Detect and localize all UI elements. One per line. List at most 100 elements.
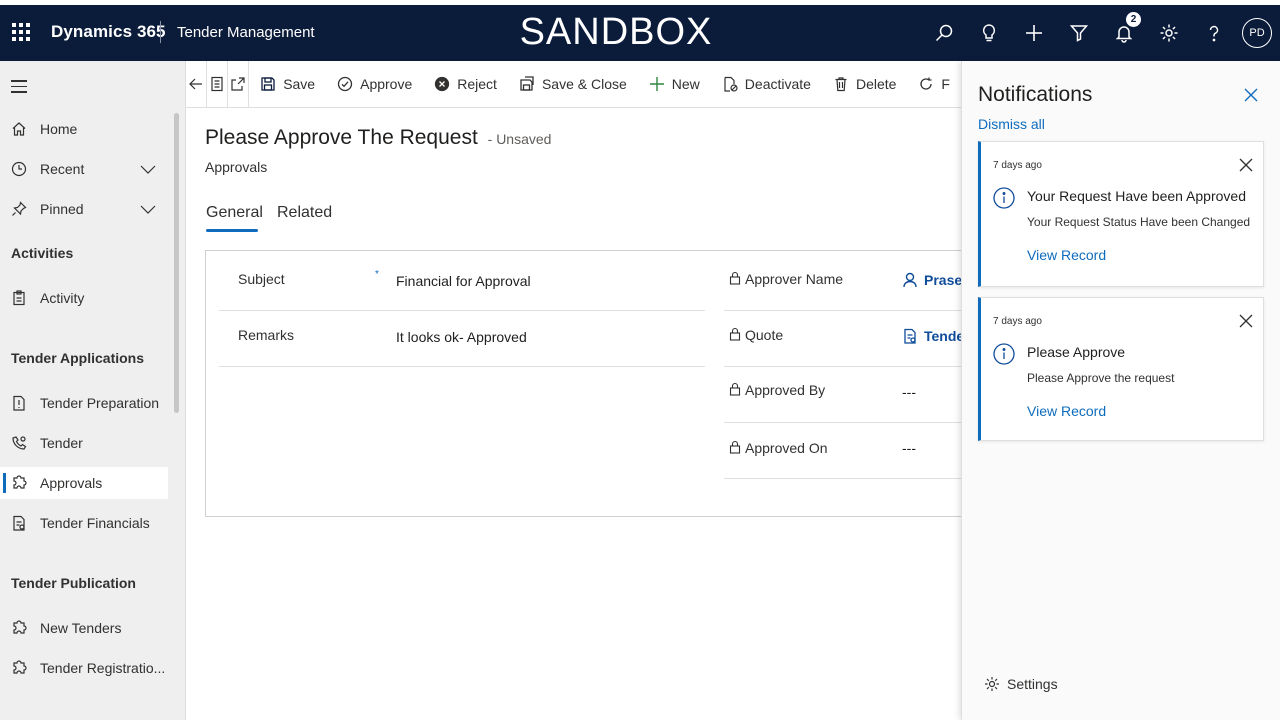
sidebar-item-label: Tender Financials (40, 515, 150, 531)
divider (219, 366, 705, 367)
document-alert-icon (11, 395, 27, 411)
sidebar-item-activity[interactable]: Activity (0, 282, 168, 314)
lock-icon (729, 327, 741, 341)
sidebar-item-tender-registration[interactable]: Tender Registratio... (0, 652, 168, 684)
sidebar-item-label: New Tenders (40, 620, 122, 636)
nav-group-activities: Activities (11, 245, 74, 261)
nav-group-tender-applications: Tender Applications (11, 350, 145, 366)
deactivate-button[interactable]: Deactivate (711, 61, 822, 107)
notification-settings-button[interactable]: Settings (984, 676, 1058, 692)
required-marker: * (375, 269, 379, 280)
divider (724, 310, 961, 311)
approve-button[interactable]: Approve (326, 61, 423, 107)
top-bar: Dynamics 365 Tender Management SANDBOX 2… (0, 0, 1280, 61)
clock-icon (11, 161, 27, 177)
sidebar-item-tender-financials[interactable]: Tender Financials (0, 507, 168, 539)
plus-icon[interactable] (1011, 15, 1056, 51)
sidebar-item-label: Activity (40, 290, 85, 306)
sidebar-item-label: Tender Preparation (40, 395, 160, 411)
filter-icon[interactable] (1056, 15, 1101, 51)
puzzle-icon (11, 660, 27, 676)
save-status: - Unsaved (487, 131, 552, 147)
avatar[interactable]: PD (1242, 18, 1272, 48)
divider (724, 478, 961, 479)
entity-name: Approvals (205, 159, 268, 175)
clipboard-icon (11, 290, 27, 306)
sidebar-item-recent[interactable]: Recent (0, 153, 168, 185)
chevron-down-icon[interactable] (140, 201, 156, 217)
topbar-actions: 2 PD (921, 12, 1280, 51)
view-record-link[interactable]: View Record (1027, 247, 1106, 263)
puzzle-icon (11, 475, 27, 491)
lightbulb-icon[interactable] (966, 15, 1011, 51)
help-icon[interactable] (1191, 15, 1236, 51)
x-circle-icon (435, 76, 450, 92)
approved-on-label: Approved On (729, 440, 828, 456)
active-tab-indicator (206, 229, 258, 232)
gear-icon[interactable] (1146, 15, 1191, 51)
remarks-field[interactable]: It looks ok- Approved (396, 329, 527, 345)
trash-icon (835, 77, 847, 92)
sidebar-item-pinned[interactable]: Pinned (0, 193, 168, 225)
lock-icon (729, 271, 741, 285)
command-bar: Save Approve Reject Save & Close New Dea… (186, 61, 961, 108)
save-button[interactable]: Save (249, 61, 326, 107)
save-close-icon (520, 76, 534, 91)
new-button[interactable]: New (638, 61, 711, 107)
tab-related[interactable]: Related (277, 204, 332, 222)
quote-lookup[interactable]: Tender (902, 328, 970, 344)
close-icon[interactable] (1239, 158, 1253, 172)
sidebar-item-new-tenders[interactable]: New Tenders (0, 612, 168, 644)
divider (724, 422, 961, 423)
save-close-button[interactable]: Save & Close (508, 61, 638, 107)
phone-gear-icon (11, 435, 27, 451)
approved-on-value: --- (902, 440, 916, 456)
lock-icon (729, 382, 741, 396)
open-new-window-icon[interactable] (228, 61, 250, 107)
remarks-label: Remarks (238, 327, 295, 343)
close-icon[interactable] (1239, 314, 1253, 328)
notification-badge: 2 (1126, 12, 1141, 27)
sidebar-item-home[interactable]: Home (0, 113, 168, 145)
info-icon (993, 187, 1015, 209)
delete-button[interactable]: Delete (822, 61, 907, 107)
approved-by-label: Approved By (729, 382, 825, 398)
subject-label: Subject (238, 271, 285, 287)
notification-body: Your Request Status Have been Changed (1027, 215, 1251, 229)
form-view-icon[interactable] (207, 61, 229, 107)
hamburger-menu-icon[interactable] (11, 80, 27, 97)
chevron-down-icon[interactable] (140, 161, 156, 177)
nav-scrollbar[interactable] (174, 113, 179, 413)
view-record-link[interactable]: View Record (1027, 403, 1106, 419)
reject-button[interactable]: Reject (423, 61, 508, 107)
refresh-icon (920, 77, 933, 90)
quote-label: Quote (729, 327, 783, 343)
info-icon (993, 343, 1015, 365)
sidebar-item-label: Recent (40, 161, 85, 177)
document-money-icon (11, 515, 27, 531)
dismiss-all-link[interactable]: Dismiss all (978, 116, 1045, 132)
document-block-icon (724, 76, 738, 92)
close-icon[interactable] (1243, 87, 1259, 103)
tab-general[interactable]: General (206, 204, 263, 222)
notifications-panel: Notifications Dismiss all 7 days ago You… (961, 61, 1280, 720)
notification-card: 7 days ago Please Approve Please Approve… (978, 297, 1264, 441)
check-circle-icon (337, 76, 353, 92)
approver-name-label: Approver Name (729, 271, 843, 287)
subject-field[interactable]: Financial for Approval (396, 273, 531, 289)
back-arrow-icon[interactable] (186, 61, 208, 107)
notification-time: 7 days ago (993, 160, 1042, 171)
notification-body: Please Approve the request (1027, 371, 1175, 385)
bell-icon[interactable]: 2 (1101, 12, 1146, 51)
document-money-icon (904, 328, 916, 344)
sidebar-item-tender-preparation[interactable]: Tender Preparation (0, 387, 168, 419)
sidebar-item-tender[interactable]: Tender (0, 427, 168, 459)
save-icon (261, 77, 275, 91)
refresh-button[interactable]: F (907, 61, 961, 107)
puzzle-icon (11, 620, 27, 636)
notification-time: 7 days ago (993, 316, 1042, 327)
site-map-nav: Home Recent Pinned Activities Activity T… (0, 61, 186, 720)
sidebar-item-approvals[interactable]: Approvals (0, 467, 168, 499)
search-icon[interactable] (921, 15, 966, 51)
notifications-title: Notifications (978, 83, 1093, 106)
